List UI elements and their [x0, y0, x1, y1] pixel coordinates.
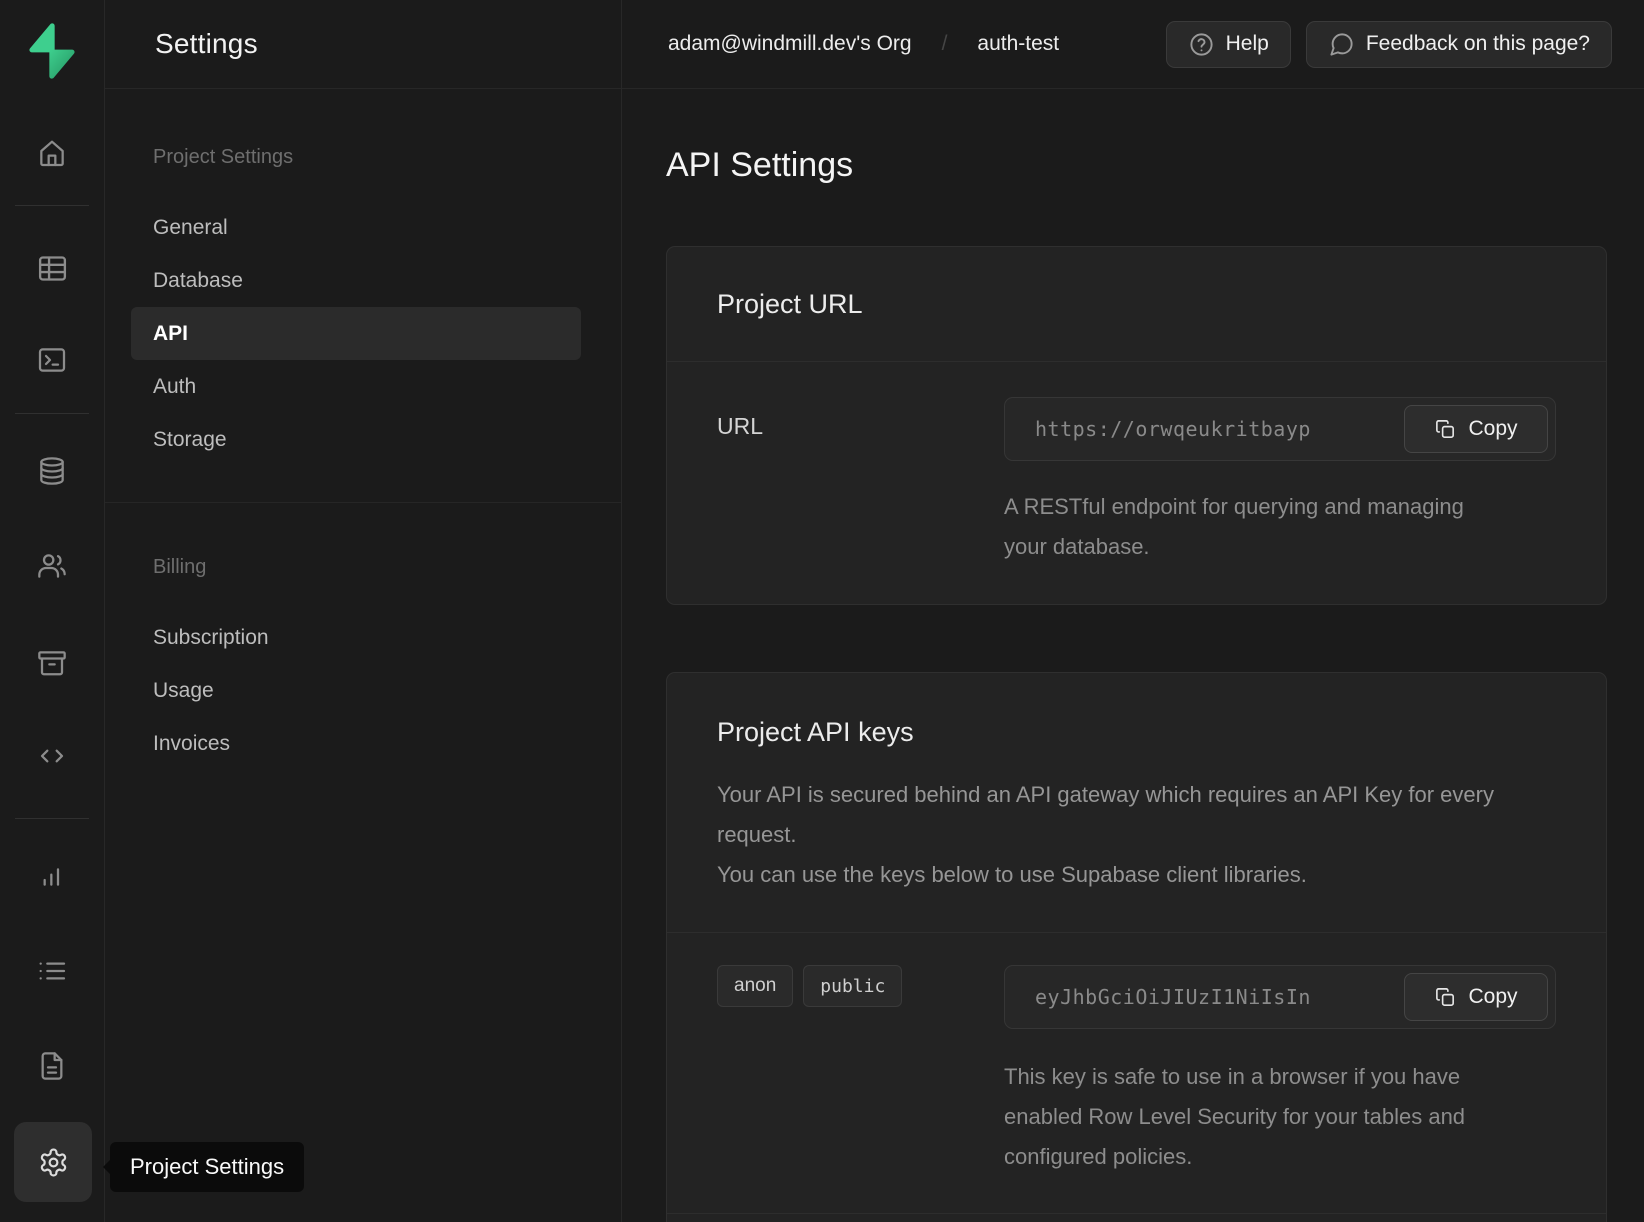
api-keys-card-header: Project API keys Your API is secured beh… — [667, 673, 1606, 933]
topbar: adam@windmill.dev's Org / auth-test Help — [622, 0, 1644, 89]
anon-key-description: This key is safe to use in a browser if … — [1004, 1057, 1529, 1177]
rail-divider — [15, 413, 89, 414]
public-badge: public — [803, 965, 902, 1007]
api-keys-description-1: Your API is secured behind an API gatewa… — [717, 775, 1527, 855]
nav-item-general[interactable]: General — [131, 201, 581, 254]
nav-item-usage[interactable]: Usage — [131, 664, 581, 717]
url-field-row: URL https://orwqeukritbayp — [717, 397, 1556, 567]
project-url-description: A RESTful endpoint for querying and mana… — [1004, 487, 1464, 567]
nav-item-subscription[interactable]: Subscription — [131, 611, 581, 664]
copy-anon-key-button[interactable]: Copy — [1404, 973, 1548, 1021]
breadcrumb-org[interactable]: adam@windmill.dev's Org — [668, 32, 912, 56]
api-keys-description-2: You can use the keys below to use Supaba… — [717, 855, 1527, 895]
breadcrumb-separator: / — [942, 32, 948, 56]
database-icon[interactable] — [0, 454, 104, 488]
feedback-button[interactable]: Feedback on this page? — [1306, 21, 1612, 68]
project-settings-tooltip: Project Settings — [110, 1142, 304, 1192]
docs-file-icon[interactable] — [0, 1049, 104, 1083]
rail-divider — [15, 205, 89, 206]
app-root: Project Settings Settings Project Settin… — [0, 0, 1644, 1222]
anon-key-input[interactable]: eyJhbGciOiJIUzI1NiIsIn Copy — [1004, 965, 1556, 1029]
message-bubble-icon — [1328, 31, 1355, 58]
project-url-input[interactable]: https://orwqeukritbayp Copy — [1004, 397, 1556, 461]
table-editor-icon[interactable] — [0, 251, 104, 285]
home-icon[interactable] — [0, 136, 104, 170]
main-area: adam@windmill.dev's Org / auth-test Help — [622, 0, 1644, 1222]
nav-section-billing: Billing — [131, 555, 581, 579]
nav-divider — [105, 502, 621, 503]
logs-list-icon[interactable] — [0, 954, 104, 988]
settings-gear-icon — [38, 1147, 69, 1178]
sql-editor-icon[interactable] — [0, 343, 104, 377]
copy-anon-key-label: Copy — [1468, 985, 1517, 1009]
api-settings-title: API Settings — [666, 145, 1644, 185]
nav-section-project-settings: Project Settings — [131, 145, 581, 169]
anon-key-row: anon public eyJhbGciOiJIUzI1NiIsIn — [717, 965, 1556, 1177]
help-circle-icon — [1188, 31, 1215, 58]
settings-nav: Settings Project Settings General Databa… — [105, 0, 622, 1222]
nav-item-auth[interactable]: Auth — [131, 360, 581, 413]
storage-archive-icon[interactable] — [0, 646, 104, 680]
page-title: Settings — [155, 28, 258, 60]
nav-item-storage[interactable]: Storage — [131, 413, 581, 466]
api-settings-content: API Settings Project URL URL https://orw… — [622, 89, 1644, 1222]
anon-key-value: eyJhbGciOiJIUzI1NiIsIn — [1035, 985, 1311, 1009]
project-api-keys-card: Project API keys Your API is secured beh… — [666, 672, 1607, 1222]
supabase-bolt-icon — [23, 22, 81, 80]
copy-url-label: Copy — [1468, 417, 1517, 441]
auth-users-icon[interactable] — [0, 549, 104, 583]
copy-url-button[interactable]: Copy — [1404, 405, 1548, 453]
url-field-label: URL — [717, 397, 1004, 440]
project-url-card-title: Project URL — [717, 289, 1556, 319]
reports-chart-icon[interactable] — [0, 859, 104, 893]
settings-nav-header: Settings — [105, 0, 621, 89]
help-button-label: Help — [1226, 32, 1269, 56]
nav-item-api[interactable]: API — [131, 307, 581, 360]
icon-rail — [0, 0, 105, 1222]
breadcrumb: adam@windmill.dev's Org / auth-test — [668, 32, 1059, 56]
rail-divider — [15, 818, 89, 819]
anon-badge: anon — [717, 965, 793, 1007]
copy-icon — [1434, 986, 1457, 1009]
project-url-card-header: Project URL — [667, 247, 1606, 362]
help-button[interactable]: Help — [1166, 21, 1291, 68]
api-keys-card-title: Project API keys — [717, 717, 1556, 747]
supabase-logo[interactable] — [0, 20, 104, 82]
next-key-row-stub — [717, 1214, 1556, 1222]
breadcrumb-project[interactable]: auth-test — [977, 32, 1059, 56]
sidebar-item-project-settings[interactable] — [14, 1122, 92, 1202]
nav-item-invoices[interactable]: Invoices — [131, 717, 581, 770]
copy-icon — [1434, 418, 1457, 441]
nav-item-database[interactable]: Database — [131, 254, 581, 307]
feedback-button-label: Feedback on this page? — [1366, 32, 1590, 56]
project-url-card: Project URL URL https://orwqeukritbayp — [666, 246, 1607, 605]
project-url-value: https://orwqeukritbayp — [1035, 417, 1311, 441]
edge-functions-code-icon[interactable] — [0, 739, 104, 773]
